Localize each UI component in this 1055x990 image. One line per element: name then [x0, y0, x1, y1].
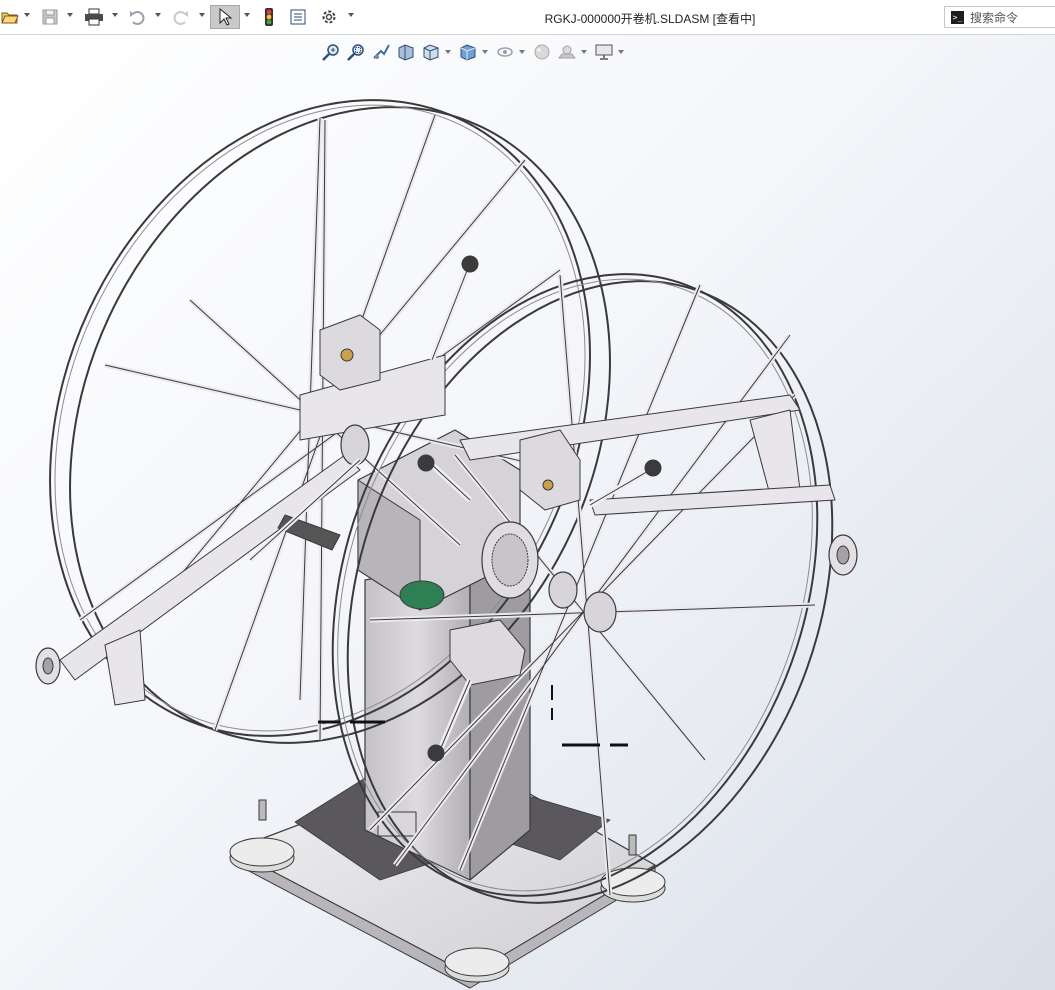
search-placeholder: 搜索命令	[970, 10, 1019, 25]
properties-icon[interactable]	[287, 5, 309, 29]
open-dropdown-caret[interactable]	[24, 13, 30, 17]
print-dropdown-caret[interactable]	[112, 13, 118, 17]
options-dropdown-caret[interactable]	[348, 13, 354, 17]
undo-icon[interactable]	[126, 5, 148, 29]
window-title: RGKJ-000000开卷机.SLDASM [查看中]	[544, 12, 756, 26]
title-bar: RGKJ-000000开卷机.SLDASM [查看中] >_ 搜索命令	[0, 0, 1055, 35]
redo-dropdown-caret[interactable]	[199, 13, 205, 17]
select-dropdown-caret[interactable]	[244, 13, 250, 17]
undo-dropdown-caret[interactable]	[155, 13, 161, 17]
open-folder-icon[interactable]	[0, 5, 20, 29]
printer-icon[interactable]	[82, 5, 106, 29]
decoiler-assembly-model[interactable]	[0, 35, 1055, 990]
search-commands-field[interactable]: >_ 搜索命令	[944, 6, 1055, 28]
green-motor	[399, 580, 445, 610]
gear-icon[interactable]	[317, 5, 341, 29]
command-prompt-icon: >_	[951, 10, 964, 24]
graphics-area[interactable]	[0, 35, 1055, 990]
save-icon[interactable]	[38, 5, 62, 29]
traffic-light-icon[interactable]	[258, 5, 280, 29]
cursor-arrow-icon[interactable]	[210, 5, 240, 29]
redo-icon[interactable]	[170, 5, 192, 29]
save-dropdown-caret[interactable]	[67, 13, 73, 17]
